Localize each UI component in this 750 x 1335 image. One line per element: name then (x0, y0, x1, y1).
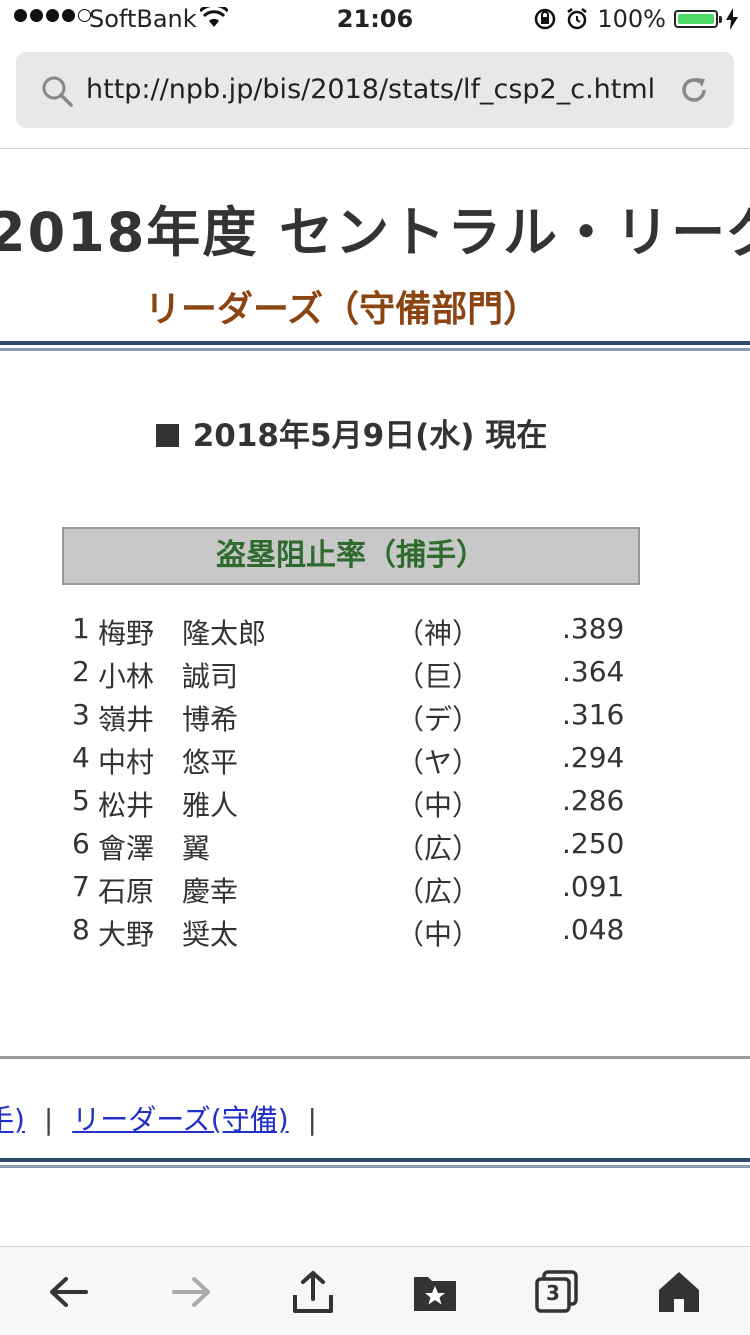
rank: 7 (72, 870, 90, 903)
bookmarks-icon[interactable] (412, 1269, 458, 1315)
square-bullet-icon (155, 424, 179, 447)
link-separator: | (43, 1103, 54, 1136)
stat-value: .316 (562, 698, 625, 731)
table-row: 8 大野 奨太 （中） .048 (72, 913, 632, 956)
stat-value: .294 (562, 741, 625, 774)
page-subtitle: リーダーズ（守備部門） (144, 289, 540, 330)
header-divider (0, 341, 750, 351)
home-icon[interactable] (656, 1269, 702, 1315)
stat-value: .048 (562, 913, 625, 946)
player-surname: 梅野 (98, 617, 155, 650)
player-given-name: 奨太 (182, 918, 239, 951)
team: （巨） (396, 660, 481, 693)
rank: 4 (72, 741, 90, 774)
table-row: 7 石原 慶幸 （広） .091 (72, 870, 632, 913)
content-divider (0, 1056, 750, 1059)
player-surname: 石原 (98, 875, 155, 908)
alarm-icon (567, 8, 588, 30)
team: （神） (396, 617, 481, 650)
leaders-table: 1 梅野 隆太郎 （神） .389 2 小林 誠司 （巨） .364 3 嶺井 … (72, 612, 632, 956)
rank: 1 (72, 612, 90, 645)
table-row: 2 小林 誠司 （巨） .364 (72, 655, 632, 698)
rank: 6 (72, 827, 90, 860)
rotation-lock-icon (535, 8, 556, 30)
link-fielding-leaders[interactable]: リーダーズ(守備) (72, 1103, 288, 1136)
team: （広） (396, 875, 481, 908)
team: （ヤ） (396, 746, 481, 779)
table-row: 6 會澤 翼 （広） .250 (72, 827, 632, 870)
share-icon[interactable] (290, 1269, 336, 1315)
player-surname: 松井 (98, 789, 155, 822)
team: （中） (396, 789, 481, 822)
rank: 2 (72, 655, 90, 688)
rank: 8 (72, 913, 90, 946)
player-given-name: 博希 (182, 703, 239, 736)
back-arrow-icon[interactable] (46, 1269, 92, 1315)
rank: 5 (72, 784, 90, 817)
footer-nav: 手) | リーダーズ(守備) | (0, 1098, 327, 1138)
table-row: 1 梅野 隆太郎 （神） .389 (72, 612, 632, 655)
tab-count: 3 (546, 1281, 560, 1305)
table-row: 4 中村 悠平 （ヤ） .294 (72, 741, 632, 784)
player-given-name: 翼 (182, 832, 211, 865)
player-given-name: 慶幸 (182, 875, 239, 908)
link-separator: | (307, 1103, 317, 1136)
browser-header-divider (0, 148, 750, 149)
rank: 3 (72, 698, 90, 731)
player-given-name: 誠司 (182, 660, 239, 693)
search-icon (42, 76, 73, 107)
player-given-name: 悠平 (182, 746, 239, 779)
table-row: 3 嶺井 博希 （デ） .316 (72, 698, 632, 741)
forward-arrow-icon[interactable] (168, 1269, 214, 1315)
player-surname: 小林 (98, 660, 155, 693)
table-row: 5 松井 雅人 （中） .286 (72, 784, 632, 827)
stat-value: .091 (562, 870, 625, 903)
team: （広） (396, 832, 481, 865)
player-surname: 大野 (98, 918, 155, 951)
link-batting-leaders[interactable]: 手) (0, 1103, 25, 1136)
battery-percent: 100% (597, 5, 666, 33)
category-header: 盗塁阻止率（捕手） (62, 527, 640, 585)
stat-value: .364 (562, 655, 625, 688)
stat-value: .286 (562, 784, 625, 817)
browser-toolbar: 3 (0, 1246, 750, 1335)
player-surname: 嶺井 (98, 703, 155, 736)
as-of-date: 2018年5月9日(水) 現在 (0, 410, 703, 455)
player-surname: 中村 (98, 746, 155, 779)
team: （中） (396, 918, 481, 951)
player-given-name: 雅人 (182, 789, 239, 822)
reload-icon[interactable] (678, 74, 710, 106)
team: （デ） (396, 703, 481, 736)
status-bar: SoftBank 21:06 100% (0, 0, 750, 42)
player-surname: 會澤 (98, 832, 155, 865)
stat-value: .389 (562, 612, 625, 645)
tabs-button[interactable]: 3 (534, 1269, 580, 1315)
footer-divider (0, 1158, 750, 1168)
page-title: 2018年度 セントラル・リーグ (0, 201, 750, 264)
battery-icon (674, 10, 722, 28)
stat-value: .250 (562, 827, 625, 860)
player-given-name: 隆太郎 (182, 617, 267, 650)
url-text[interactable]: http://npb.jp/bis/2018/stats/lf_csp2_c.h… (86, 74, 655, 105)
address-bar[interactable]: http://npb.jp/bis/2018/stats/lf_csp2_c.h… (16, 52, 734, 128)
charging-bolt-icon (726, 8, 738, 30)
